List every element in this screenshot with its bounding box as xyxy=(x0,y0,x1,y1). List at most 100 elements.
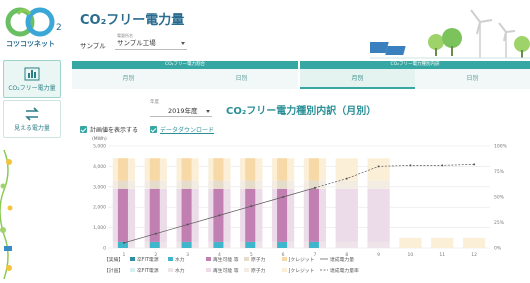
sidebar: 2 コツコツネット CO₂フリー電力量 見える電力量 xyxy=(0,0,64,279)
actual-bar-segment xyxy=(213,241,224,248)
actual-bar-segment xyxy=(277,188,288,242)
plan-bar-segment xyxy=(335,188,358,242)
plan-bar-segment xyxy=(431,237,454,248)
legend-swatch xyxy=(282,268,287,272)
actual-bar-segment xyxy=(245,241,256,248)
logo-sub: 2 xyxy=(56,23,62,33)
plan-bar-segment xyxy=(367,241,390,248)
y-axis-unit: (MWh) xyxy=(92,136,107,142)
y-tick-label: 2,000 xyxy=(93,205,106,211)
scenery-illustration xyxy=(370,9,530,59)
vine-decoration xyxy=(0,150,13,279)
y-tick-label: 0 xyxy=(103,246,106,252)
bar-chart-icon xyxy=(24,67,40,81)
chevron-down-icon xyxy=(206,110,210,113)
legend-swatch xyxy=(244,268,249,272)
actual-bar-segment xyxy=(245,188,256,242)
actual-bar-segment xyxy=(277,180,288,189)
legend-line-label: 達成電力量 xyxy=(330,256,354,263)
actual-bar-segment xyxy=(149,158,160,181)
legend-heading: 【計画】 xyxy=(104,267,123,274)
legend-heading: 【実績】 xyxy=(104,256,123,263)
checkbox-checked-icon xyxy=(80,126,87,133)
actual-bar-segment xyxy=(117,241,128,248)
tab-breakdown-daily[interactable]: 日別 xyxy=(415,69,530,89)
legend-label: Jクレジット xyxy=(288,268,315,274)
legend-label: 再生可能 等 xyxy=(213,267,239,274)
plan-bar-segment xyxy=(367,158,390,181)
actual-bar-segment xyxy=(181,180,192,189)
year-select[interactable]: 2019年度 xyxy=(150,106,212,117)
year-value: 2019年度 xyxy=(168,107,198,115)
y-tick-label: 1,000 xyxy=(93,225,106,231)
actual-bar-segment xyxy=(277,241,288,248)
actual-bar-segment xyxy=(308,188,319,242)
y2-tick-label: 75% xyxy=(494,169,505,175)
sidebar-item-label: 見える電力量 xyxy=(14,125,50,132)
sidebar-item-label: CO₂フリー電力量 xyxy=(8,85,56,92)
chart-title: CO₂フリー電力種別内訳（月別） xyxy=(226,106,377,117)
y2-tick-label: 0% xyxy=(494,246,502,252)
y-tick-label: 5,000 xyxy=(93,144,106,150)
actual-bar-segment xyxy=(308,180,319,189)
actual-bar-segment xyxy=(149,180,160,189)
facility-value: サンプル工場 xyxy=(117,39,156,47)
x-tick-label: 12 xyxy=(471,252,477,258)
x-tick-label: 10 xyxy=(408,252,414,258)
actual-bar-segment xyxy=(213,158,224,181)
legend-label: Jクレジット xyxy=(288,257,315,263)
swap-arrows-icon xyxy=(25,107,39,121)
tab-ratio-daily[interactable]: 日別 xyxy=(185,69,298,89)
plan-bar-segment xyxy=(367,188,390,242)
tabgroup-breakdown: CO₂フリー電力種別内訳 月別 日別 xyxy=(300,61,530,89)
y2-tick-label: 25% xyxy=(494,220,505,226)
plan-bar-segment xyxy=(335,158,358,181)
logo-text: コツコツネット xyxy=(6,40,55,48)
chevron-down-icon xyxy=(181,42,185,45)
legend-label: 水力 xyxy=(175,267,185,274)
actual-bar-segment xyxy=(181,241,192,248)
chart-svg: (MWh)5,0004,0003,0002,0001,0000100%75%50… xyxy=(92,136,508,274)
plan-bar-segment xyxy=(367,180,390,189)
actual-bar-segment xyxy=(181,188,192,242)
actual-bar-segment xyxy=(181,158,192,181)
y2-tick-label: 100% xyxy=(494,144,508,150)
actual-bar-segment xyxy=(277,158,288,181)
legend-label: 卒FIT電源 xyxy=(137,256,159,263)
x-tick-label: 11 xyxy=(439,252,445,258)
legend-line-label: 達成電力量率 xyxy=(330,267,359,274)
legend-swatch xyxy=(206,257,211,261)
tab-ratio-monthly[interactable]: 月別 xyxy=(72,69,185,89)
tabgroup-heading: CO₂フリー電力種別内訳 xyxy=(300,61,530,69)
x-tick-label: 9 xyxy=(377,252,380,258)
facility-select[interactable]: サンプル工場 xyxy=(115,38,187,50)
legend-swatch xyxy=(130,257,135,261)
sample-label: サンプル xyxy=(80,42,106,50)
actual-bar-segment xyxy=(117,158,128,181)
legend-label: 水力 xyxy=(175,256,185,263)
actual-bar-segment xyxy=(245,180,256,189)
tab-breakdown-monthly[interactable]: 月別 xyxy=(300,69,415,89)
legend-label: 原子力 xyxy=(251,256,266,263)
actual-bar-segment xyxy=(308,241,319,248)
x-tick-label: 3 xyxy=(186,252,189,258)
actual-bar-segment xyxy=(213,180,224,189)
y-tick-label: 4,000 xyxy=(93,164,106,170)
actual-bar-segment xyxy=(117,188,128,242)
actual-bar-segment xyxy=(149,241,160,248)
legend-swatch xyxy=(206,268,211,272)
legend-label: 原子力 xyxy=(251,267,266,274)
actual-bar-segment xyxy=(308,158,319,181)
legend-swatch xyxy=(130,268,135,272)
sidebar-item-visible-power[interactable]: 見える電力量 xyxy=(3,100,61,138)
legend-label: 卒FIT電源 xyxy=(137,267,159,274)
app-logo[interactable]: 2 コツコツネット xyxy=(4,4,64,50)
y-tick-label: 3,000 xyxy=(93,184,106,190)
year-caption: 年度 xyxy=(150,100,159,105)
sidebar-item-co2-free[interactable]: CO₂フリー電力量 xyxy=(3,60,61,98)
plan-bar-segment xyxy=(399,237,422,248)
plan-bar-segment xyxy=(335,241,358,248)
breakdown-chart: (MWh) 5,000 4,000 3,000 2,000 1,000 0 100% 75% 50… xyxy=(90,130,530,279)
actual-bar-segment xyxy=(245,158,256,181)
plan-bar-segment xyxy=(335,180,358,189)
